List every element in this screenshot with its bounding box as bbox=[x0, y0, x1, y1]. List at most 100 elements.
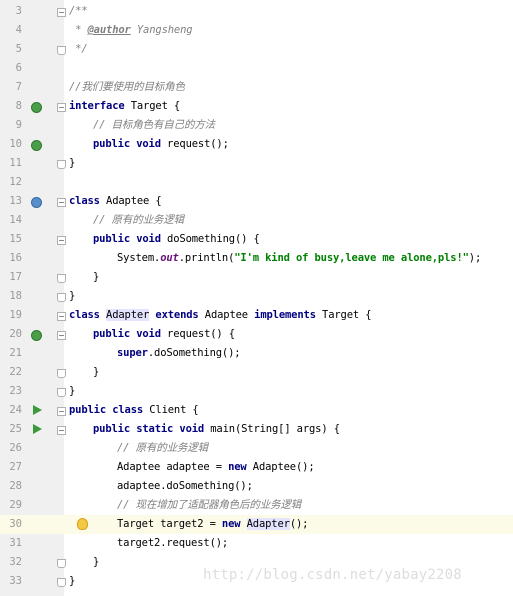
code-line: 11 } bbox=[0, 154, 513, 173]
fold-end-icon[interactable] bbox=[57, 559, 66, 568]
line-number: 21 bbox=[9, 347, 22, 359]
line-number: 18 bbox=[9, 290, 22, 302]
line-number: 9 bbox=[15, 119, 22, 131]
fold-end-icon[interactable] bbox=[57, 274, 66, 283]
code-line: 14 // 原有的业务逻辑 bbox=[0, 211, 513, 230]
fold-toggle-icon[interactable] bbox=[57, 8, 66, 17]
line-number: 17 bbox=[9, 271, 22, 283]
current-code-line: 30 Target target2 = new Adapter(); bbox=[0, 515, 513, 534]
code-line: 22 } bbox=[0, 363, 513, 382]
code-text: /** bbox=[69, 5, 88, 17]
code-text: public static void main(String[] args) { bbox=[93, 423, 340, 435]
line-number: 12 bbox=[9, 176, 22, 188]
implemented-icon[interactable] bbox=[31, 140, 42, 151]
code-line: 4 * @author Yangsheng bbox=[0, 21, 513, 40]
code-text: class Adaptee { bbox=[69, 195, 162, 207]
fold-end-icon[interactable] bbox=[57, 46, 66, 55]
fold-end-icon[interactable] bbox=[57, 160, 66, 169]
line-number: 31 bbox=[9, 537, 22, 549]
line-number: 23 bbox=[9, 385, 22, 397]
code-text: public void doSomething() { bbox=[93, 233, 260, 245]
line-number: 6 bbox=[15, 62, 22, 74]
code-line: 24 public class Client { bbox=[0, 401, 513, 420]
code-text: Adaptee adaptee = new Adaptee(); bbox=[117, 461, 315, 473]
line-number: 7 bbox=[15, 81, 22, 93]
code-line: 27 Adaptee adaptee = new Adaptee(); bbox=[0, 458, 513, 477]
code-line: 8 interface Target { bbox=[0, 97, 513, 116]
code-editor[interactable]: 3 /** 4 * @author Yangsheng 5 */ 6 7 //我… bbox=[0, 0, 513, 596]
code-text: class Adapter extends Adaptee implements… bbox=[69, 309, 372, 321]
line-number: 30 bbox=[9, 518, 22, 530]
code-line: 3 /** bbox=[0, 2, 513, 21]
implements-method-icon[interactable] bbox=[31, 330, 42, 341]
code-line: 26 // 原有的业务逻辑 bbox=[0, 439, 513, 458]
line-number: 26 bbox=[9, 442, 22, 454]
line-number: 27 bbox=[9, 461, 22, 473]
fold-end-icon[interactable] bbox=[57, 388, 66, 397]
subclassed-icon[interactable] bbox=[31, 197, 42, 208]
fold-toggle-icon[interactable] bbox=[57, 426, 66, 435]
code-line: 7 //我们要使用的目标角色 bbox=[0, 78, 513, 97]
code-line: 25 public static void main(String[] args… bbox=[0, 420, 513, 439]
code-line: 16 System.out.println("I'm kind of busy,… bbox=[0, 249, 513, 268]
code-line: 9 // 目标角色有自己的方法 bbox=[0, 116, 513, 135]
code-line: 31 target2.request(); bbox=[0, 534, 513, 553]
line-number: 5 bbox=[15, 43, 22, 55]
code-text: // 原有的业务逻辑 bbox=[93, 214, 184, 226]
line-number: 25 bbox=[9, 423, 22, 435]
code-text: System.out.println("I'm kind of busy,lea… bbox=[117, 252, 482, 264]
code-line: 18 } bbox=[0, 287, 513, 306]
line-number: 14 bbox=[9, 214, 22, 226]
code-text: */ bbox=[69, 43, 88, 55]
code-text: } bbox=[69, 385, 76, 397]
fold-toggle-icon[interactable] bbox=[57, 103, 66, 112]
line-number: 32 bbox=[9, 556, 22, 568]
fold-toggle-icon[interactable] bbox=[57, 407, 66, 416]
line-number: 13 bbox=[9, 195, 22, 207]
code-line: 20 public void request() { bbox=[0, 325, 513, 344]
line-number: 4 bbox=[15, 24, 22, 36]
fold-end-icon[interactable] bbox=[57, 293, 66, 302]
code-text: public class Client { bbox=[69, 404, 199, 416]
code-text: } bbox=[69, 290, 76, 302]
line-number: 28 bbox=[9, 480, 22, 492]
implemented-icon[interactable] bbox=[31, 102, 42, 113]
line-number: 22 bbox=[9, 366, 22, 378]
code-text: //我们要使用的目标角色 bbox=[69, 81, 185, 93]
code-line: 23 } bbox=[0, 382, 513, 401]
run-icon[interactable] bbox=[33, 424, 42, 434]
run-icon[interactable] bbox=[33, 405, 42, 415]
code-text: } bbox=[69, 157, 76, 169]
fold-end-icon[interactable] bbox=[57, 578, 66, 587]
line-number: 10 bbox=[9, 138, 22, 150]
lightbulb-icon[interactable] bbox=[77, 518, 88, 530]
fold-toggle-icon[interactable] bbox=[57, 198, 66, 207]
code-line: 6 bbox=[0, 59, 513, 78]
code-text: Target target2 = new Adapter(); bbox=[117, 518, 309, 530]
line-number: 15 bbox=[9, 233, 22, 245]
code-text: super.doSomething(); bbox=[117, 347, 241, 359]
code-text: * @author Yangsheng bbox=[69, 24, 193, 36]
code-line: 5 */ bbox=[0, 40, 513, 59]
fold-toggle-icon[interactable] bbox=[57, 312, 66, 321]
line-number: 29 bbox=[9, 499, 22, 511]
fold-toggle-icon[interactable] bbox=[57, 331, 66, 340]
code-text: target2.request(); bbox=[117, 537, 229, 549]
code-text: interface Target { bbox=[69, 100, 181, 112]
code-text: } bbox=[93, 271, 100, 283]
fold-end-icon[interactable] bbox=[57, 369, 66, 378]
code-line: 15 public void doSomething() { bbox=[0, 230, 513, 249]
line-number: 20 bbox=[9, 328, 22, 340]
code-line: 10 public void request(); bbox=[0, 135, 513, 154]
code-line: 28 adaptee.doSomething(); bbox=[0, 477, 513, 496]
line-number: 33 bbox=[9, 575, 22, 587]
code-line: 17 } bbox=[0, 268, 513, 287]
code-line: 12 bbox=[0, 173, 513, 192]
fold-toggle-icon[interactable] bbox=[57, 236, 66, 245]
line-number: 11 bbox=[9, 157, 22, 169]
code-text: } bbox=[93, 556, 100, 568]
code-text: // 现在增加了适配器角色后的业务逻辑 bbox=[117, 499, 302, 511]
line-number: 24 bbox=[9, 404, 22, 416]
line-number: 3 bbox=[15, 5, 22, 17]
line-number: 19 bbox=[9, 309, 22, 321]
